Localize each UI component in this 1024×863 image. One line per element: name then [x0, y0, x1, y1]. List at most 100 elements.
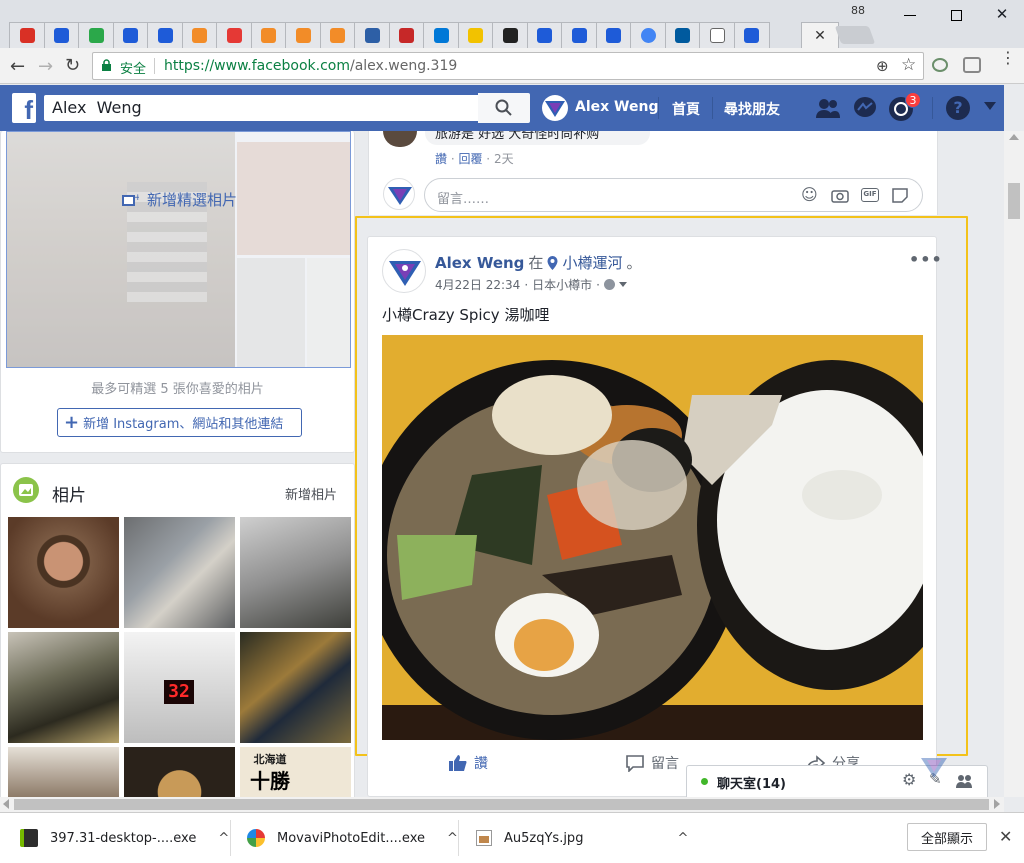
close-window-button[interactable]: ✕ — [982, 4, 1022, 24]
show-all-downloads-button[interactable]: 全部顯示 — [907, 823, 987, 851]
home-link[interactable]: 首頁 — [672, 99, 700, 119]
comment-input[interactable]: 留言…… ☺ GIF — [424, 178, 923, 212]
url-text[interactable]: https://www.facebook.com/alex.weng.319 — [164, 58, 457, 74]
browser-tab[interactable] — [181, 22, 218, 48]
browser-tab[interactable] — [423, 22, 459, 48]
photo-thumb[interactable] — [8, 632, 119, 743]
photo-thumb-sign[interactable]: 北海道 十勝 — [240, 747, 351, 797]
featured-photo-device — [237, 258, 305, 367]
scroll-up-arrow-icon[interactable] — [1009, 134, 1019, 140]
sticker-icon[interactable] — [891, 186, 909, 204]
scroll-left-arrow-icon[interactable] — [3, 799, 9, 809]
minimize-button[interactable] — [890, 6, 930, 24]
extension-icon-2[interactable] — [963, 57, 981, 73]
download-item[interactable]: MovaviPhotoEdit....exe ^ — [247, 826, 458, 850]
zoom-icon[interactable]: ⊕ — [876, 57, 889, 75]
post-comment-button[interactable]: 留言 — [625, 753, 679, 773]
gif-icon[interactable]: GIF — [861, 188, 879, 202]
facebook-logo[interactable]: f — [12, 93, 36, 123]
post-photo[interactable] — [382, 335, 923, 740]
search-button[interactable] — [478, 93, 530, 123]
post-location-link[interactable]: 小樽運河 — [562, 252, 622, 273]
photo-thumb[interactable] — [124, 517, 235, 628]
menu-dots-icon[interactable]: ⋮ — [1000, 50, 1016, 66]
group-chat-icon[interactable] — [955, 773, 973, 789]
download-caret-icon[interactable]: ^ — [447, 831, 458, 846]
active-tab[interactable]: ✕ — [801, 22, 839, 48]
browser-tab[interactable] — [9, 22, 45, 48]
help-icon[interactable]: ? — [946, 96, 970, 120]
bookmark-star-icon[interactable]: ☆ — [901, 55, 916, 75]
browser-tab[interactable] — [595, 22, 632, 48]
post-place[interactable]: 日本小樽市 — [532, 276, 592, 293]
emoji-icon[interactable]: ☺ — [801, 185, 818, 204]
browser-tab[interactable] — [561, 22, 597, 48]
new-tab-button[interactable] — [834, 26, 876, 44]
photo-thumb-meter[interactable]: 32 — [124, 632, 235, 743]
browser-tab[interactable] — [526, 22, 563, 48]
photo-thumb[interactable] — [240, 517, 351, 628]
browser-tab[interactable] — [733, 22, 770, 48]
browser-tab[interactable] — [78, 22, 114, 48]
post-timestamp[interactable]: 4月22日 22:34 — [435, 276, 520, 293]
photo-thumb[interactable] — [8, 517, 119, 628]
my-avatar[interactable] — [383, 178, 415, 210]
add-links-button[interactable]: + 新增 Instagram、網站和其他連結 — [57, 408, 302, 437]
facebook-search-input[interactable]: Alex Weng — [44, 95, 530, 121]
download-item[interactable]: Au5zqYs.jpg ^ — [476, 826, 688, 850]
browser-tab[interactable] — [699, 22, 735, 48]
horizontal-scroll-thumb[interactable] — [14, 799, 989, 810]
add-featured-photos-button[interactable]: + 新增精選相片 — [121, 189, 237, 210]
comment-like-link[interactable]: 讚 — [435, 152, 447, 166]
friend-requests-icon[interactable] — [815, 96, 841, 120]
audience-caret-icon[interactable] — [618, 282, 627, 287]
browser-tab[interactable] — [319, 22, 356, 48]
browser-tab[interactable] — [112, 22, 149, 48]
browser-tab[interactable] — [285, 22, 321, 48]
vertical-scrollbar[interactable] — [1004, 131, 1024, 797]
download-caret-icon[interactable]: ^ — [218, 831, 229, 846]
comment-actions: 讚 · 回覆 · 2天 — [435, 152, 514, 166]
maximize-button[interactable] — [936, 6, 976, 24]
nav-divider — [658, 97, 659, 119]
extension-icon[interactable] — [932, 58, 948, 72]
profile-avatar[interactable] — [542, 95, 568, 121]
messenger-icon[interactable] — [852, 96, 878, 120]
photo-thumb[interactable] — [240, 632, 351, 743]
post-options-icon[interactable]: ••• — [909, 250, 943, 269]
chat-settings-icon[interactable]: ⚙ — [902, 770, 916, 789]
photo-thumb[interactable] — [124, 747, 235, 797]
photo-thumb[interactable] — [8, 747, 119, 797]
post-like-button[interactable]: 讚 — [448, 753, 488, 773]
browser-tab[interactable] — [457, 22, 494, 48]
featured-photos-area[interactable]: + 新增精選相片 — [6, 131, 351, 368]
browser-tab[interactable] — [147, 22, 183, 48]
find-friends-link[interactable]: 尋找朋友 — [724, 99, 780, 119]
browser-tab[interactable] — [216, 22, 252, 48]
reload-icon[interactable]: ↻ — [65, 55, 80, 76]
add-photos-link[interactable]: 新增相片 — [285, 484, 337, 503]
browser-tab[interactable] — [388, 22, 425, 48]
post-author-avatar[interactable] — [382, 249, 426, 293]
comment-reply-link[interactable]: 回覆 — [458, 152, 482, 166]
camera-icon[interactable] — [831, 188, 849, 203]
close-tab-icon[interactable]: ✕ — [814, 28, 826, 44]
profile-name-link[interactable]: Alex Weng — [575, 99, 658, 115]
vertical-scroll-thumb[interactable] — [1008, 183, 1020, 219]
photos-title[interactable]: 相片 — [52, 481, 86, 506]
download-caret-icon[interactable]: ^ — [677, 831, 688, 846]
browser-tab[interactable] — [664, 22, 701, 48]
close-download-shelf-icon[interactable]: ✕ — [999, 827, 1012, 846]
account-menu-caret-icon[interactable] — [984, 102, 996, 110]
browser-tab[interactable] — [630, 22, 666, 48]
privacy-globe-icon[interactable] — [603, 279, 615, 290]
browser-tab[interactable] — [354, 22, 390, 48]
post-author-link[interactable]: Alex Weng — [435, 254, 524, 272]
back-arrow-icon[interactable]: ← — [10, 56, 25, 77]
scroll-right-arrow-icon[interactable] — [994, 799, 1000, 809]
browser-tab[interactable] — [43, 22, 80, 48]
browser-tab[interactable] — [492, 22, 528, 48]
forward-arrow-icon[interactable]: → — [38, 56, 53, 77]
browser-tab[interactable] — [250, 22, 287, 48]
download-item[interactable]: 397.31-desktop-....exe ^ — [20, 826, 229, 850]
